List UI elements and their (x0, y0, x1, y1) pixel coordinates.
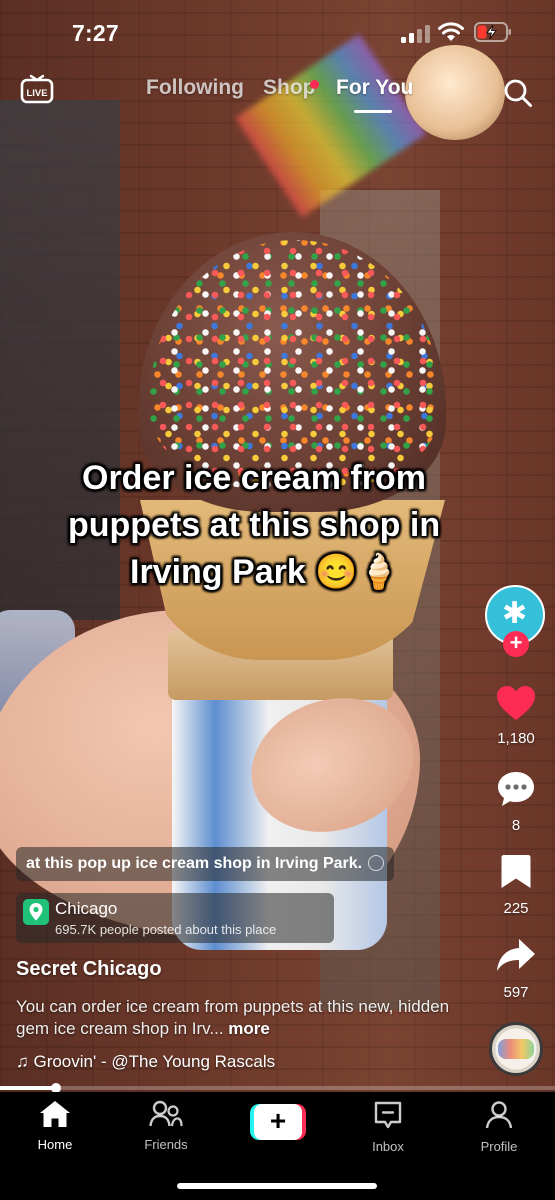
video-progress-bar[interactable] (0, 1083, 555, 1093)
status-time: 7:27 (72, 20, 119, 46)
search-suggestion-text: at this pop up ice cream shop in Irving … (26, 855, 363, 872)
search-suggestion-icon (368, 855, 385, 871)
follow-button[interactable]: + (503, 631, 529, 657)
tab-shop[interactable]: Shop (263, 76, 316, 100)
caption-line-1: Order ice cream from (82, 459, 426, 497)
cellular-signal-icon (401, 25, 431, 43)
search-suggestion[interactable]: at this pop up ice cream shop in Irving … (16, 847, 395, 881)
share-button[interactable]: 597 (482, 937, 550, 1001)
music-disc[interactable] (489, 1022, 543, 1076)
tab-profile[interactable]: Profile (459, 1100, 539, 1154)
share-count: 597 (503, 984, 529, 1001)
inbox-icon (374, 1101, 402, 1129)
share-arrow-icon (497, 939, 535, 971)
caption-line-2: puppets at this shop in (68, 506, 441, 544)
location-pin-icon (23, 899, 49, 925)
tab-inbox[interactable]: Inbox (348, 1100, 428, 1154)
tab-home-label: Home (37, 1137, 73, 1152)
tab-profile-label: Profile (480, 1139, 518, 1154)
live-icon[interactable]: LIVE (20, 74, 54, 104)
create-button[interactable]: + (250, 1104, 306, 1140)
video-description[interactable]: You can order ice cream from puppets at … (16, 996, 456, 1040)
home-icon (40, 1101, 70, 1127)
profile-icon (485, 1101, 513, 1129)
album-art (498, 1039, 534, 1059)
live-label: LIVE (26, 88, 47, 99)
tab-inbox-label: Inbox (372, 1139, 404, 1154)
like-button[interactable]: 1,180 (482, 685, 550, 747)
home-indicator (177, 1183, 377, 1189)
comment-count: 8 (511, 817, 521, 834)
tab-friends[interactable]: Friends (126, 1100, 206, 1152)
active-tab-underline (354, 110, 392, 113)
tab-for-you[interactable]: For You (336, 76, 413, 100)
top-nav: LIVE Following Shop For You (0, 68, 555, 116)
tab-following[interactable]: Following (146, 76, 244, 100)
battery-low-charging-icon (474, 22, 511, 42)
asterisk-logo-icon: ✱ (502, 597, 528, 630)
location-name: Chicago (55, 899, 118, 918)
author-name[interactable]: Secret Chicago (16, 958, 162, 981)
wifi-icon (438, 22, 464, 41)
location-tag[interactable]: Chicago 695.7K people posted about this … (16, 893, 334, 943)
tab-home[interactable]: Home (15, 1100, 95, 1152)
description-more-link[interactable]: more (228, 1019, 270, 1038)
comment-icon (498, 772, 534, 806)
sound-label[interactable]: ♫ Groovin' - @The Young Rascals (16, 1052, 275, 1072)
search-icon[interactable] (503, 78, 533, 108)
plus-icon: + (254, 1104, 302, 1140)
caption-line-3: Irving Park 😊🍦 (130, 553, 400, 591)
save-count: 225 (503, 900, 529, 917)
video-overlay-caption: Order ice cream from puppets at this sho… (62, 455, 502, 596)
progress-fill (0, 1086, 56, 1090)
location-subtitle: 695.7K people posted about this place (55, 922, 277, 937)
like-count: 1,180 (497, 730, 535, 747)
save-button[interactable]: 225 (482, 853, 550, 917)
comment-button[interactable]: 8 (482, 770, 550, 834)
bookmark-icon (501, 855, 531, 888)
tiktok-screen: 7:27 LIVE Following Shop For You Order i… (0, 0, 555, 1200)
status-bar: 7:27 (0, 0, 555, 64)
heart-icon (497, 686, 535, 720)
tab-friends-label: Friends (144, 1137, 188, 1152)
shop-notification-dot (310, 80, 319, 89)
friends-icon (149, 1100, 183, 1127)
